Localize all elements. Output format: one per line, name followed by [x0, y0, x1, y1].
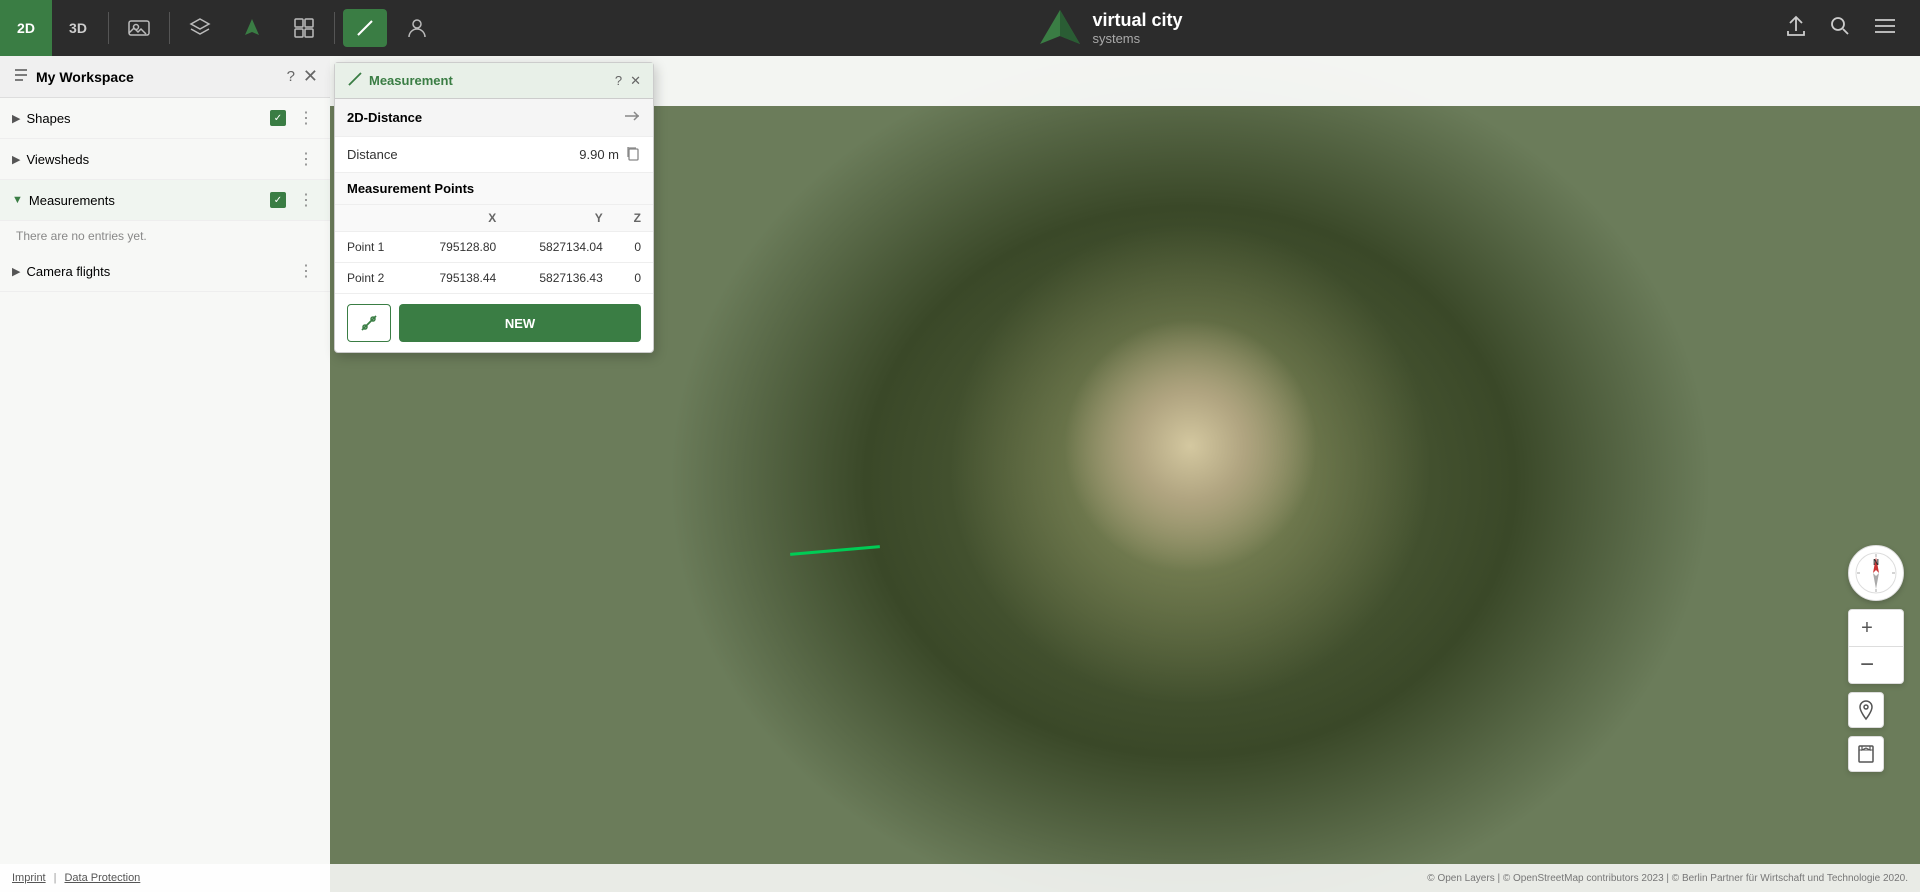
- shapes-actions: ✓ ⋮: [270, 106, 318, 130]
- point2-y: 5827136.43: [508, 263, 615, 294]
- 2d-button[interactable]: 2D: [0, 0, 52, 56]
- image-tool-button[interactable]: [113, 0, 165, 56]
- viewsheds-actions: ⋮: [294, 147, 318, 171]
- measurement-panel-title: Measurement: [369, 73, 609, 88]
- navigation-button[interactable]: [226, 0, 278, 56]
- zoom-out-button[interactable]: −: [1849, 647, 1885, 683]
- measurement-panel: Measurement ? ✕ 2D-Distance Distance 9.9…: [334, 62, 654, 353]
- top-toolbar: 2D 3D: [0, 0, 1920, 56]
- 3d-button[interactable]: 3D: [52, 0, 104, 56]
- shapes-label: Shapes: [26, 111, 270, 126]
- table-row: Point 2 795138.44 5827136.43 0: [335, 263, 653, 294]
- measurement-type-header: 2D-Distance: [335, 99, 653, 137]
- table-row: Point 1 795128.80 5827134.04 0: [335, 232, 653, 263]
- compass[interactable]: N: [1848, 545, 1904, 601]
- copy-distance-button[interactable]: [625, 145, 641, 164]
- point1-name: Point 1: [335, 232, 410, 263]
- menu-button[interactable]: [1866, 14, 1904, 43]
- measurement-tool-button[interactable]: [347, 304, 391, 342]
- separator-1: [108, 12, 109, 44]
- col-y-header: Y: [508, 205, 615, 232]
- camera-menu[interactable]: ⋮: [294, 259, 318, 283]
- col-x-header: X: [410, 205, 508, 232]
- sidebar-item-shapes[interactable]: ▶ Shapes ✓ ⋮: [0, 98, 330, 139]
- sidebar-header: My Workspace ? ✕: [0, 56, 330, 98]
- imprint-link[interactable]: Imprint: [12, 872, 46, 884]
- measurements-label: Measurements: [29, 193, 270, 208]
- col-name-header: [335, 205, 410, 232]
- layers-button[interactable]: [174, 0, 226, 56]
- col-z-header: Z: [615, 205, 653, 232]
- bookmark-button[interactable]: [1848, 736, 1884, 772]
- svg-text:N: N: [1873, 558, 1879, 567]
- right-controls: N + −: [1848, 545, 1904, 772]
- measurement-type-icon: [623, 107, 641, 128]
- point1-x: 795128.80: [410, 232, 508, 263]
- panel-header-actions: ? ✕: [615, 73, 641, 89]
- left-sidebar: My Workspace ? ✕ ▶ Shapes ✓ ⋮ ▶ Viewshed…: [0, 56, 330, 892]
- point1-y: 5827134.04: [508, 232, 615, 263]
- sidebar-item-camera-flights[interactable]: ▶ Camera flights ⋮: [0, 251, 330, 292]
- zoom-in-button[interactable]: +: [1849, 610, 1885, 646]
- logo-icon: [1038, 6, 1082, 50]
- viewsheds-label: Viewsheds: [26, 152, 294, 167]
- camera-actions: ⋮: [294, 259, 318, 283]
- toolbar-right: [1778, 11, 1920, 46]
- point2-name: Point 2: [335, 263, 410, 294]
- person-button[interactable]: [391, 0, 443, 56]
- shapes-checkbox[interactable]: ✓: [270, 110, 286, 126]
- copyright-text: © Open Layers | © OpenStreetMap contribu…: [1427, 873, 1908, 884]
- zoom-controls: + −: [1848, 609, 1904, 684]
- logo: virtual city systems: [1038, 6, 1182, 50]
- logo-area: virtual city systems: [443, 6, 1778, 50]
- bottom-separator: |: [54, 872, 57, 884]
- logo-text: virtual city systems: [1092, 10, 1182, 46]
- sidebar-header-actions: ? ✕: [287, 66, 318, 87]
- point2-z: 0: [615, 263, 653, 294]
- data-protection-link[interactable]: Data Protection: [64, 872, 140, 884]
- view-mode-group: 2D 3D: [0, 0, 104, 56]
- workspace-title: My Workspace: [12, 66, 287, 87]
- sidebar-close-button[interactable]: ✕: [303, 66, 318, 87]
- measurements-checkbox[interactable]: ✓: [270, 192, 286, 208]
- grid-button[interactable]: [278, 0, 330, 56]
- distance-label: Distance: [347, 147, 579, 162]
- empty-note: There are no entries yet.: [0, 221, 330, 251]
- share-button[interactable]: [1778, 11, 1814, 46]
- location-button[interactable]: [1848, 692, 1884, 728]
- measurement-header-icon: [347, 71, 363, 90]
- distance-row: Distance 9.90 m: [335, 137, 653, 173]
- measurement-panel-header: Measurement ? ✕: [335, 63, 653, 99]
- camera-expand-arrow: ▶: [12, 265, 20, 278]
- shapes-menu[interactable]: ⋮: [294, 106, 318, 130]
- point2-x: 795138.44: [410, 263, 508, 294]
- viewsheds-menu[interactable]: ⋮: [294, 147, 318, 171]
- separator-2: [169, 12, 170, 44]
- panel-close-button[interactable]: ✕: [630, 73, 641, 89]
- points-table: X Y Z Point 1 795128.80 5827134.04 0 Poi…: [335, 205, 653, 294]
- viewsheds-expand-arrow: ▶: [12, 153, 20, 166]
- shapes-expand-arrow: ▶: [12, 112, 20, 125]
- panel-footer: NEW: [335, 294, 653, 352]
- camera-flights-label: Camera flights: [26, 264, 294, 279]
- bottom-bar: Imprint | Data Protection © Open Layers …: [0, 864, 1920, 892]
- point1-z: 0: [615, 232, 653, 263]
- sidebar-item-measurements[interactable]: ▼ Measurements ✓ ⋮: [0, 180, 330, 221]
- workspace-icon: [12, 66, 30, 87]
- search-button[interactable]: [1822, 12, 1858, 45]
- new-measurement-button[interactable]: NEW: [399, 304, 641, 342]
- distance-value: 9.90 m: [579, 147, 619, 162]
- measurements-expand-arrow: ▼: [12, 194, 23, 206]
- sidebar-item-viewsheds[interactable]: ▶ Viewsheds ⋮: [0, 139, 330, 180]
- measurements-menu[interactable]: ⋮: [294, 188, 318, 212]
- measurement-points-header: Measurement Points: [335, 173, 653, 205]
- sidebar-help-button[interactable]: ?: [287, 68, 295, 85]
- measurements-actions: ✓ ⋮: [270, 188, 318, 212]
- panel-help-button[interactable]: ?: [615, 73, 622, 88]
- separator-3: [334, 12, 335, 44]
- measurement-active-button[interactable]: [343, 9, 387, 47]
- measurement-type-label: 2D-Distance: [347, 110, 422, 125]
